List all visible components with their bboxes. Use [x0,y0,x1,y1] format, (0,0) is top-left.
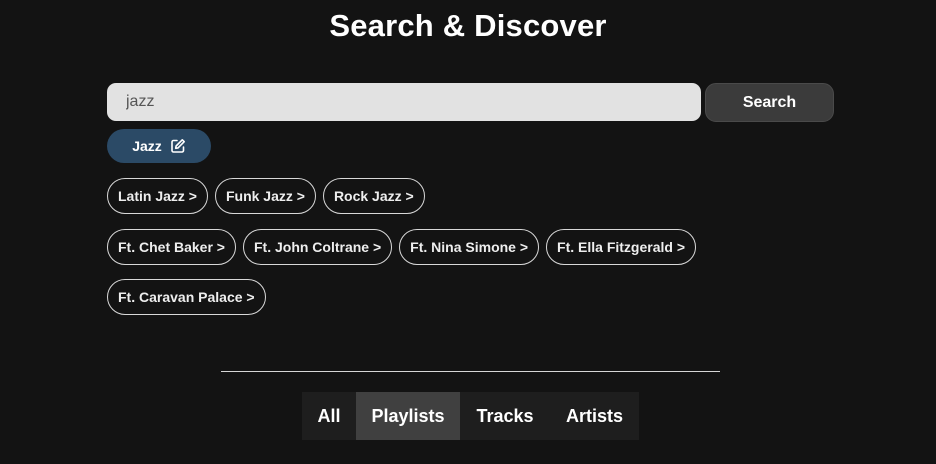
featured-artist-suggestions: Ft. Chet Baker > Ft. John Coltrane > Ft.… [107,229,696,265]
suggestion-chip-funk-jazz[interactable]: Funk Jazz > [214,178,316,214]
tab-playlists[interactable]: Playlists [356,392,460,440]
suggestion-chip-chet-baker[interactable]: Ft. Chet Baker > [107,229,236,265]
suggestion-chip-caravan-palace[interactable]: Ft. Caravan Palace > [107,279,266,315]
tab-tracks[interactable]: Tracks [460,392,550,440]
tab-all[interactable]: All [302,392,356,440]
search-button[interactable]: Search [705,83,834,122]
page-title: Search & Discover [329,8,607,43]
section-divider [221,371,720,372]
suggestion-chip-john-coltrane[interactable]: Ft. John Coltrane > [242,229,393,265]
featured-artist-suggestions-row2: Ft. Caravan Palace > [107,279,266,315]
result-type-tabs: All Playlists Tracks Artists [302,392,639,440]
search-discover-page: Search & Discover Search Jazz Latin Jazz… [0,0,936,464]
active-filter-label: Jazz [132,138,162,154]
tab-artists[interactable]: Artists [550,392,639,440]
genre-suggestions: Latin Jazz > Funk Jazz > Rock Jazz > [107,178,425,214]
suggestion-chip-rock-jazz[interactable]: Rock Jazz > [322,178,425,214]
edit-icon[interactable] [170,138,186,154]
suggestion-chip-nina-simone[interactable]: Ft. Nina Simone > [399,229,540,265]
suggestion-chip-latin-jazz[interactable]: Latin Jazz > [107,178,208,214]
active-filter-chip[interactable]: Jazz [107,129,211,163]
suggestion-chip-ella-fitzgerald[interactable]: Ft. Ella Fitzgerald > [546,229,696,265]
search-input[interactable] [107,83,701,121]
